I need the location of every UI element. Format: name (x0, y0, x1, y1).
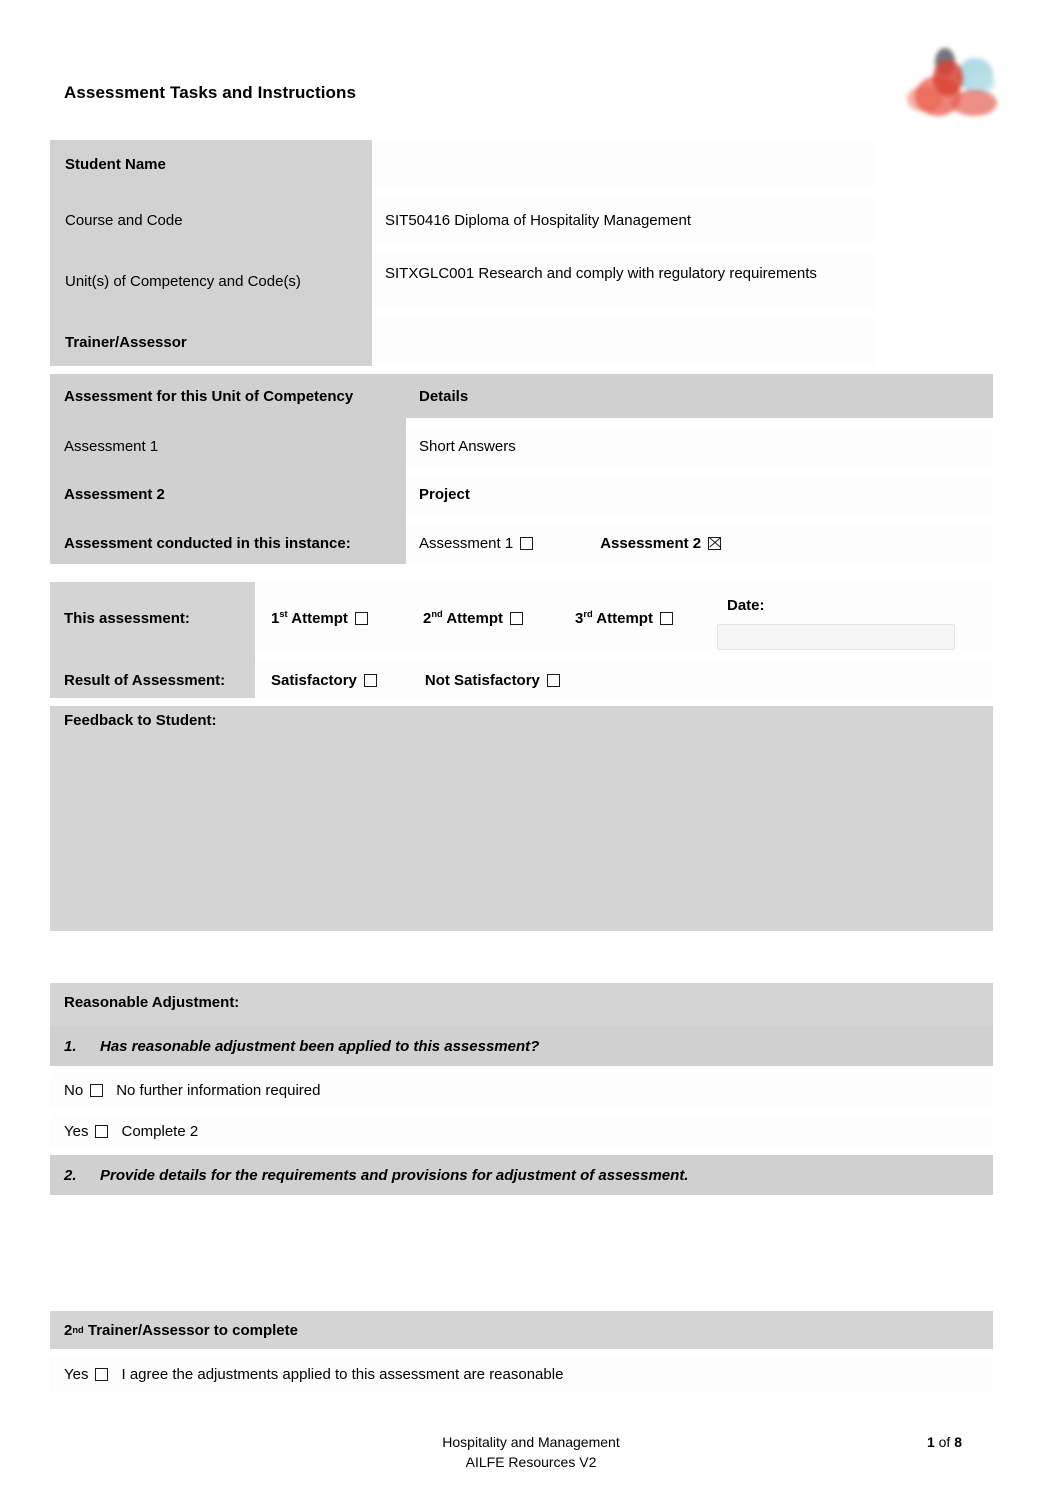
feedback-to-student-area[interactable]: Feedback to Student: (50, 706, 993, 931)
unit-of-competency-value[interactable]: SITXGLC001 Research and comply with regu… (372, 252, 876, 310)
table-row: Assessment 1 Short Answers (50, 426, 993, 466)
assessment-overview-table: Assessment for this Unit of Competency D… (50, 374, 993, 564)
assessment-unit-header: Assessment for this Unit of Competency (50, 374, 406, 418)
no-option-row: No No further information required (50, 1073, 993, 1107)
assessment-2-label: Assessment 2 (50, 474, 406, 514)
attempt-result-table: This assessment: 1st Attempt 2nd Attempt… (50, 582, 993, 698)
page-total: 8 (954, 1434, 962, 1450)
page-footer: Hospitality and Management AILFE Resourc… (0, 1432, 1062, 1472)
student-name-label: Student Name (50, 140, 372, 188)
attempt-2-checkbox[interactable] (510, 611, 523, 625)
attempt-3-label: 3rd Attempt (575, 609, 653, 627)
table-row: Result of Assessment: Satisfactory Not S… (50, 662, 993, 698)
no-checkbox[interactable] (90, 1083, 104, 1097)
assessment-conducted-options: Assessment 1 Assessment 2 (406, 522, 993, 564)
page-number: 1 of 8 (927, 1432, 962, 1452)
assessment-1-label: Assessment 1 (50, 426, 406, 466)
not-satisfactory-label: Not Satisfactory (424, 671, 540, 689)
yes-option-row: Yes Complete 2 (50, 1114, 993, 1148)
second-assessor-suffix: nd (72, 1325, 84, 1335)
course-and-code-label: Course and Code (50, 196, 372, 244)
attempt-1-word: Attempt (291, 610, 348, 627)
attempt-3-word: Attempt (596, 610, 653, 627)
question-1-row: 1. Has reasonable adjustment been applie… (50, 1026, 993, 1066)
table-row: This assessment: 1st Attempt 2nd Attempt… (50, 582, 993, 654)
attempt-3-checkbox[interactable] (659, 611, 673, 625)
question-1-text: Has reasonable adjustment been applied t… (100, 1037, 540, 1055)
attempt-2-suffix: nd (431, 609, 443, 619)
not-satisfactory-checkbox[interactable] (546, 673, 560, 687)
question-2-text: Provide details for the requirements and… (100, 1166, 689, 1184)
attempt-3-suffix: rd (583, 609, 593, 619)
attempt-1-suffix: st (279, 609, 288, 619)
footer-line-1: Hospitality and Management (442, 1434, 620, 1450)
table-row: Student Name (50, 140, 876, 188)
attempt-3-cell: 3rd Attempt (559, 582, 711, 654)
footer-line-2: AILFE Resources V2 (465, 1454, 597, 1470)
assessment-2-checkbox[interactable] (708, 536, 722, 550)
date-label: Date: (727, 597, 765, 614)
attempt-2-cell: 2nd Attempt (407, 582, 559, 654)
agree-label: Yes (64, 1365, 89, 1383)
details-header: Details (406, 374, 993, 418)
table-row: Assessment conducted in this instance: A… (50, 522, 993, 564)
assessment-1-option-label: Assessment 1 (419, 534, 514, 552)
assessment-1-details: Short Answers (406, 426, 993, 466)
satisfactory-checkbox[interactable] (363, 673, 377, 687)
attempt-1-checkbox[interactable] (354, 611, 368, 625)
second-assessor-heading: Trainer/Assessor to complete (87, 1321, 298, 1339)
result-options: Satisfactory Not Satisfactory (255, 662, 993, 698)
yes-label: Yes (64, 1122, 89, 1140)
second-assessor-heading-row: 2nd Trainer/Assessor to complete (50, 1311, 993, 1349)
agree-text: I agree the adjustments applied to this … (121, 1365, 564, 1383)
agree-option-row: Yes I agree the adjustments applied to t… (50, 1356, 993, 1392)
table-header-row: Assessment for this Unit of Competency D… (50, 374, 993, 418)
yes-checkbox[interactable] (95, 1124, 109, 1138)
trainer-assessor-input[interactable] (372, 318, 876, 366)
assessment-2-option-label: Assessment 2 (600, 534, 702, 552)
student-name-input[interactable] (372, 140, 876, 188)
agree-checkbox[interactable] (95, 1367, 109, 1381)
attempt-2-word: Attempt (446, 610, 503, 627)
attempt-1-cell: 1st Attempt (255, 582, 407, 654)
this-assessment-label: This assessment: (50, 582, 255, 654)
organisation-logo-icon (905, 42, 1005, 120)
page-of: of (938, 1434, 951, 1450)
feedback-to-student-label: Feedback to Student: (64, 712, 217, 729)
assessment-conducted-label: Assessment conducted in this instance: (50, 522, 406, 564)
spacer-row (50, 654, 993, 662)
question-2-number: 2. (64, 1166, 77, 1184)
document-page: Assessment Tasks and Instructions Studen… (0, 0, 1062, 1506)
course-and-code-value[interactable]: SIT50416 Diploma of Hospitality Manageme… (372, 196, 876, 244)
assessment-1-checkbox[interactable] (520, 536, 534, 550)
yes-option-text: Complete 2 (121, 1122, 199, 1140)
page-current: 1 (926, 1434, 935, 1450)
second-assessor-ordinal: 2 (64, 1321, 73, 1339)
table-row: Assessment 2 Project (50, 474, 993, 514)
adjustment-details-input[interactable] (50, 1202, 993, 1304)
no-option-text: No further information required (116, 1081, 321, 1099)
result-of-assessment-label: Result of Assessment: (50, 662, 255, 698)
table-row: Unit(s) of Competency and Code(s) SITXGL… (50, 252, 876, 310)
student-details-table: Student Name Course and Code SIT50416 Di… (50, 140, 876, 366)
satisfactory-label: Satisfactory (271, 671, 357, 689)
table-row: Trainer/Assessor (50, 318, 876, 366)
date-cell: Date: (711, 582, 993, 654)
question-1-number: 1. (64, 1037, 77, 1055)
attempt-1-label: 1st Attempt (271, 609, 348, 627)
attempt-2-label: 2nd Attempt (423, 609, 503, 627)
no-label: No (64, 1081, 84, 1099)
reasonable-adjustment-table: Reasonable Adjustment: 1. Has reasonable… (50, 983, 993, 1392)
date-input[interactable] (717, 624, 955, 650)
question-2-row: 2. Provide details for the requirements … (50, 1155, 993, 1195)
reasonable-adjustment-heading: Reasonable Adjustment: (50, 983, 993, 1021)
page-title: Assessment Tasks and Instructions (64, 83, 357, 102)
table-row: Course and Code SIT50416 Diploma of Hosp… (50, 196, 876, 244)
unit-of-competency-label: Unit(s) of Competency and Code(s) (50, 252, 372, 310)
trainer-assessor-label: Trainer/Assessor (50, 318, 372, 366)
assessment-2-details: Project (406, 474, 993, 514)
